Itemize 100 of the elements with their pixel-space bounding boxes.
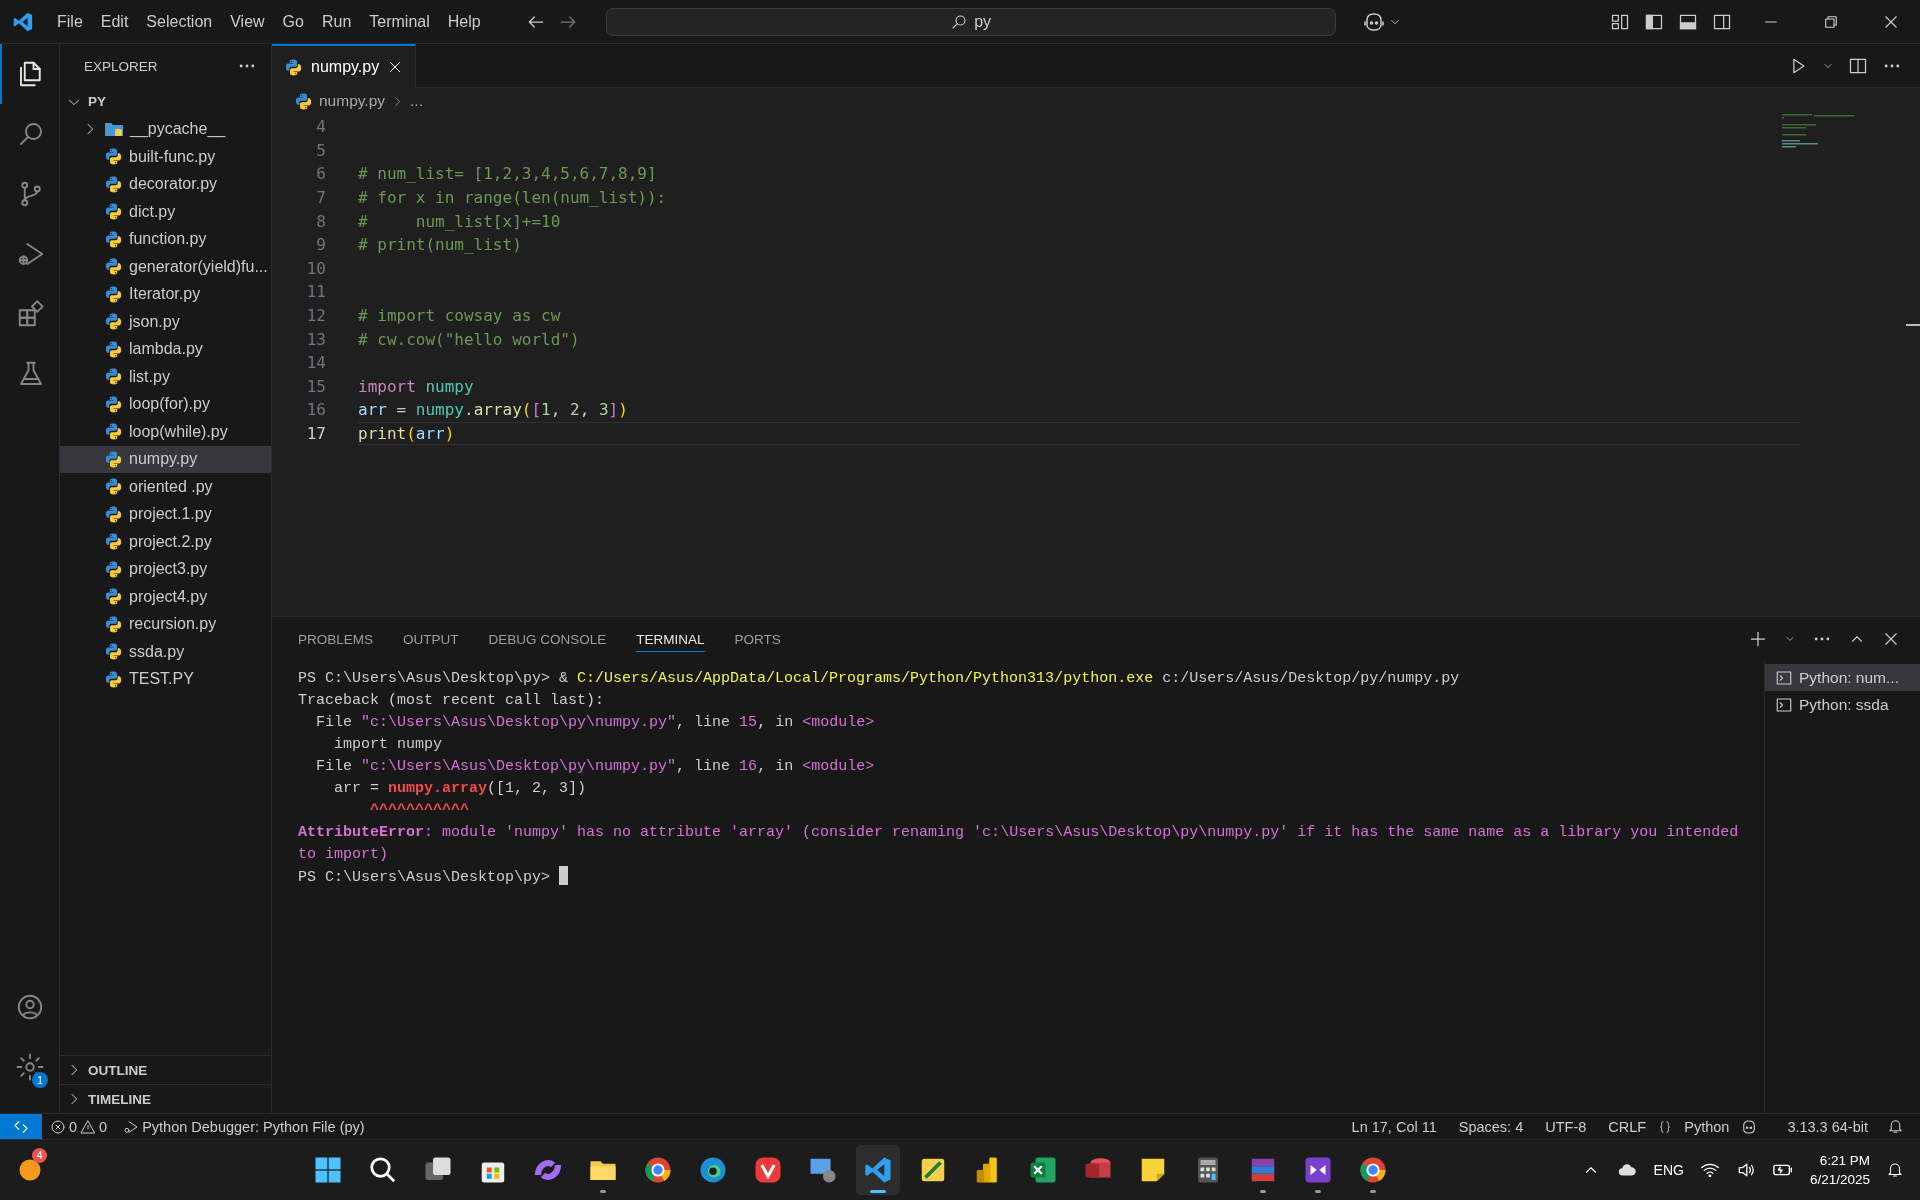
menu-item[interactable]: View [221, 8, 274, 35]
file-tree-item[interactable]: project.1.py [60, 500, 271, 528]
file-tree-item[interactable]: lambda.py [60, 335, 271, 363]
code-line: import numpy [358, 376, 474, 396]
warning-count[interactable]: 0 [99, 1118, 108, 1135]
file-icon [104, 642, 123, 662]
file-tree-item[interactable]: loop(while).py [60, 418, 271, 446]
status-item[interactable]: Ln 17, Col 11 [1340, 1118, 1448, 1135]
breadcrumb-item[interactable]: ... [410, 92, 423, 110]
file-icon [104, 229, 123, 249]
status-item[interactable]: 3.13.3 64-bit [1776, 1118, 1879, 1135]
debug-icon [123, 1118, 140, 1135]
line-number: 5 [315, 140, 326, 160]
file-tree-item[interactable]: ssda.py [60, 638, 271, 666]
status-item[interactable]: CRLF [1597, 1118, 1658, 1135]
file-tree-item[interactable]: decorator.py [60, 170, 271, 198]
close-icon[interactable] [1882, 630, 1900, 648]
file-tree-item[interactable]: recursion.py [60, 610, 271, 638]
file-tree-item[interactable]: dict.py [60, 198, 271, 226]
panel-tab[interactable]: PORTS [734, 626, 781, 652]
file-icon [104, 394, 123, 414]
line-number: 15 [305, 376, 326, 396]
running-indicator [1315, 1190, 1322, 1193]
line-number: 16 [305, 400, 326, 420]
windows-logo-icon[interactable] [313, 1155, 344, 1185]
editor-tab[interactable]: numpy.py [272, 44, 417, 88]
folder-header[interactable]: PY [60, 88, 271, 116]
file-icon [284, 57, 303, 77]
file-tree-item[interactable]: json.py [60, 308, 271, 336]
code-editor-icon[interactable] [863, 1155, 894, 1185]
file-tree-item[interactable]: numpy.py [60, 445, 271, 473]
line-number: 6 [315, 164, 326, 184]
line-number: 4 [315, 117, 326, 137]
clock[interactable]: 6:21 PM 6/21/2025 [1809, 1151, 1870, 1189]
code-line: # cw.cow("hello world") [358, 329, 580, 349]
file-icon [104, 532, 123, 552]
terminal-line: AttributeError: module 'numpy' has no attribute 'array' (consider renaming 'c:\Users\Asus\Desktop\py\numpy.py' if it has the same name as a library you intended to import) [298, 824, 1740, 863]
menu-item[interactable]: File [48, 8, 92, 35]
file-tree-item[interactable]: Iterator.py [60, 280, 271, 308]
panel-tab[interactable]: TERMINAL [636, 626, 705, 652]
terminal-line: Traceback (most recent call last): [298, 692, 605, 709]
menu-item[interactable]: Help [438, 8, 490, 35]
file-tree-item[interactable]: project4.py [60, 583, 271, 611]
menu-item[interactable]: Run [312, 8, 361, 35]
file-tree-item[interactable]: built-func.py [60, 143, 271, 171]
line-number: 9 [315, 235, 326, 255]
browser-icon[interactable] [753, 1155, 784, 1185]
command-center-search-field[interactable]: py [605, 7, 1336, 36]
file-tree-item[interactable]: oriented .py [60, 473, 271, 501]
file-tree-item[interactable]: loop(for).py [60, 390, 271, 418]
code-line: # print(num_list) [358, 235, 522, 255]
panel-tab[interactable]: DEBUG CONSOLE [488, 626, 607, 652]
menu-item[interactable]: Edit [91, 8, 138, 35]
file-tree-item[interactable]: function.py [60, 225, 271, 253]
line-number: 7 [315, 188, 326, 208]
file-icon [104, 449, 123, 469]
menu-item[interactable]: Terminal [360, 8, 439, 35]
terminal-line: import numpy [333, 736, 443, 753]
remote-indicator[interactable] [0, 1114, 42, 1139]
running-indicator [1260, 1190, 1267, 1193]
panel-tab[interactable]: OUTPUT [403, 626, 459, 652]
file-tree-item[interactable]: project.2.py [60, 528, 271, 556]
sidebar-section-header[interactable]: OUTLINE [60, 1055, 271, 1084]
status-item[interactable]: Python [1673, 1118, 1741, 1135]
code-line: # for x in range(len(num_list)): [358, 188, 667, 208]
panel-tab[interactable]: PROBLEMS [298, 626, 374, 652]
file-icon [104, 587, 123, 607]
status-item[interactable]: Spaces: 4 [1447, 1118, 1535, 1135]
terminal-icon [1775, 695, 1793, 714]
warning-icon[interactable] [80, 1118, 97, 1135]
status-item[interactable]: UTF-8 [1534, 1118, 1598, 1135]
line-number: 13 [305, 329, 326, 349]
file-icon [104, 669, 123, 689]
terminal-session-item[interactable]: Python: ssda [1765, 691, 1920, 718]
file-tree-item[interactable]: TEST.PY [60, 665, 271, 693]
terminal-line: PS C:\Users\Asus\Desktop\py> [298, 869, 552, 886]
menu-item[interactable]: Go [273, 8, 313, 35]
bell-icon[interactable] [1886, 1161, 1904, 1179]
running-indicator [1370, 1190, 1377, 1193]
status-item[interactable]: Python Debugger: Python File (py) [142, 1118, 365, 1135]
scrollbar-thumb [1906, 324, 1920, 326]
breadcrumb-item[interactable]: numpy.py [319, 92, 386, 110]
line-number: 12 [305, 306, 326, 326]
bell-icon[interactable] [1887, 1118, 1904, 1135]
error-icon[interactable] [50, 1118, 66, 1135]
error-count[interactable]: 0 [69, 1118, 78, 1135]
terminal-session-item[interactable]: Python: num... [1765, 664, 1920, 691]
input-language[interactable]: ENG [1653, 1162, 1684, 1178]
settings-icon[interactable] [14, 1052, 45, 1082]
file-icon [104, 202, 123, 222]
terminal-line: File "c:\Users\Asus\Desktop\py\numpy.py", line 15, in <module> [315, 714, 875, 731]
spreadsheet-icon[interactable] [1028, 1155, 1059, 1185]
notification-badge: 4 [32, 1148, 47, 1163]
menu-item[interactable]: Selection [137, 8, 222, 35]
code-line: # num_list[x]+=10 [358, 211, 561, 231]
file-tree-item[interactable]: project3.py [60, 555, 271, 583]
file-tree-item[interactable]: list.py [60, 363, 271, 391]
file-tree-item[interactable]: generator(yield)fu... [60, 253, 271, 281]
file-tree-item[interactable]: __pycache__ [60, 115, 271, 143]
plus-icon[interactable] [1748, 629, 1768, 649]
